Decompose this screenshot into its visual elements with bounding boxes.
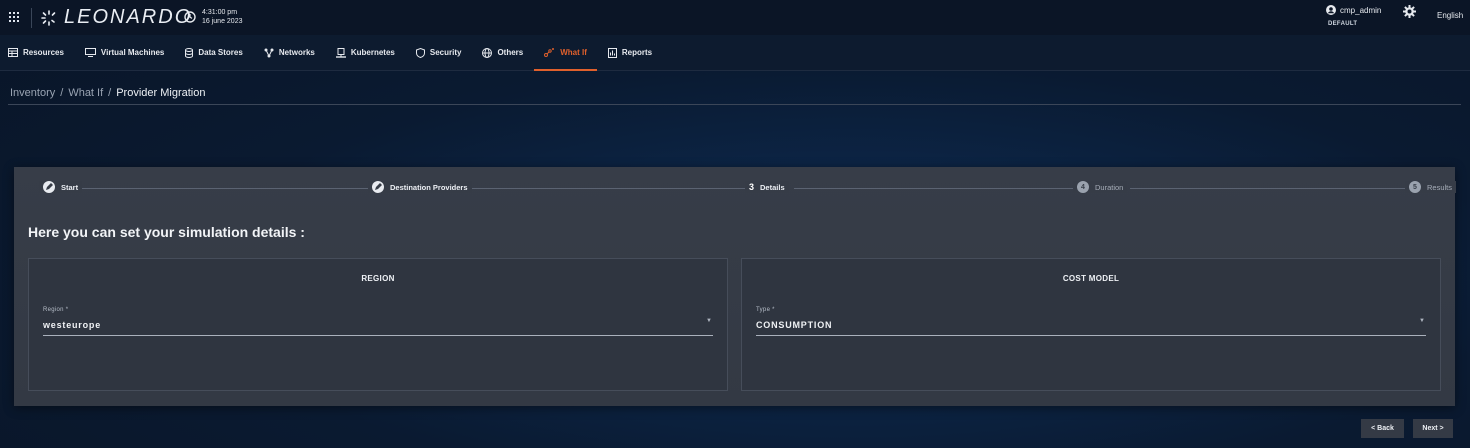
pencil-icon (43, 181, 55, 193)
logo: LEONARDO (40, 6, 192, 29)
next-button[interactable]: Next > (1413, 419, 1453, 438)
field-underline (756, 335, 1426, 336)
nav-item-kubernetes[interactable]: Kubernetes (335, 35, 395, 71)
pencil-icon (372, 181, 384, 193)
panel-title: REGION (361, 274, 395, 283)
main-nav: Resources Virtual Machines Data Stores N… (0, 35, 1470, 71)
nav-item-what-if[interactable]: What If (534, 35, 597, 71)
language-selector[interactable]: English (1437, 11, 1463, 20)
database-icon (185, 47, 194, 58)
step-number: 5 (1409, 181, 1421, 193)
breadcrumb: Inventory / What If / Provider Migration (10, 87, 205, 99)
nav-item-resources[interactable]: Resources (8, 35, 64, 71)
region-panel: REGION Region * westeurope ▼ (28, 258, 728, 391)
nav-label: Virtual Machines (100, 48, 165, 57)
step-details[interactable]: 3 Details (745, 181, 789, 193)
nav-label: Kubernetes (350, 48, 395, 57)
clock-date: 16 june 2023 (202, 18, 243, 25)
nav-item-data-stores[interactable]: Data Stores (185, 35, 243, 71)
breadcrumb-separator: / (108, 87, 112, 99)
cost-model-panel: COST MODEL Type * CONSUMPTION ▼ (741, 258, 1441, 391)
top-bar: LEONARDO 4:31:00 pm 16 june 2023 cmp_adm… (0, 0, 1470, 35)
step-number: 4 (1077, 181, 1089, 193)
nav-label: Reports (621, 48, 653, 57)
breadcrumb-current: Provider Migration (116, 87, 206, 99)
step-label: Duration (1095, 182, 1124, 192)
apps-grid-icon[interactable] (9, 12, 19, 22)
logo-text: LEONARDO (64, 6, 193, 28)
region-select[interactable]: westeurope (43, 320, 101, 330)
step-label: Results (1427, 182, 1453, 192)
step-start[interactable]: Start (39, 181, 83, 193)
resources-icon (8, 48, 18, 57)
panel-title: COST MODEL (1062, 274, 1120, 283)
user-name: cmp_admin (1340, 5, 1382, 15)
divider (31, 8, 32, 28)
monitor-icon (84, 48, 96, 57)
step-number: 3 (749, 182, 755, 192)
settings-gear-icon[interactable] (1403, 5, 1416, 23)
step-connector (72, 188, 372, 189)
step-results[interactable]: 5 Results (1405, 181, 1457, 193)
globe-icon (482, 47, 493, 58)
nav-label: Data Stores (198, 48, 243, 57)
wizard-card: Start Destination Providers 3 Details 4 … (14, 167, 1457, 406)
nav-label: Security (429, 48, 462, 57)
clock-time: 4:31:00 pm (202, 9, 238, 16)
type-select[interactable]: CONSUMPTION (756, 320, 832, 330)
shield-icon (415, 47, 425, 58)
nav-item-security[interactable]: Security (415, 35, 462, 71)
page-heading: Here you can set your simulation details… (28, 224, 305, 240)
leonardo-star-icon (41, 9, 56, 26)
what-if-icon (544, 48, 555, 57)
dropdown-arrow-icon[interactable]: ▼ (706, 318, 712, 324)
nav-item-others[interactable]: Others (482, 35, 523, 71)
nav-item-virtual-machines[interactable]: Virtual Machines (84, 35, 165, 71)
nav-item-reports[interactable]: Reports (607, 35, 653, 71)
clock-icon (184, 11, 196, 23)
step-destination-providers[interactable]: Destination Providers (368, 181, 472, 193)
clock: 4:31:00 pm 16 june 2023 (184, 8, 242, 26)
step-label: Start (61, 182, 79, 192)
user-menu[interactable]: cmp_admin DEFAULT (1326, 5, 1381, 27)
network-icon (264, 48, 274, 57)
breadcrumb-separator: / (60, 87, 64, 99)
field-underline (43, 335, 713, 336)
breadcrumb-item-what-if[interactable]: What If (68, 87, 103, 99)
region-field-label: Region * (43, 307, 69, 313)
step-label: Details (760, 182, 785, 192)
kubernetes-icon (335, 47, 346, 58)
reports-icon (607, 47, 617, 58)
back-button[interactable]: < Back (1361, 419, 1404, 438)
tenant-label: DEFAULT (1328, 21, 1358, 27)
nav-item-networks[interactable]: Networks (264, 35, 315, 71)
user-avatar-icon (1326, 5, 1336, 15)
step-connector (794, 188, 1074, 189)
nav-label: Networks (278, 48, 315, 57)
step-duration[interactable]: 4 Duration (1073, 181, 1128, 193)
step-label: Destination Providers (390, 182, 468, 192)
dropdown-arrow-icon[interactable]: ▼ (1419, 318, 1425, 324)
step-connector (468, 188, 748, 189)
breadcrumb-item-inventory[interactable]: Inventory (10, 87, 55, 99)
stepper: Start Destination Providers 3 Details 4 … (28, 181, 1457, 195)
nav-label: What If (560, 48, 587, 57)
nav-label: Resources (23, 48, 64, 57)
step-connector (1130, 188, 1406, 189)
breadcrumb-divider (8, 104, 1461, 105)
nav-label: Others (497, 48, 524, 57)
type-field-label: Type * (756, 307, 775, 313)
